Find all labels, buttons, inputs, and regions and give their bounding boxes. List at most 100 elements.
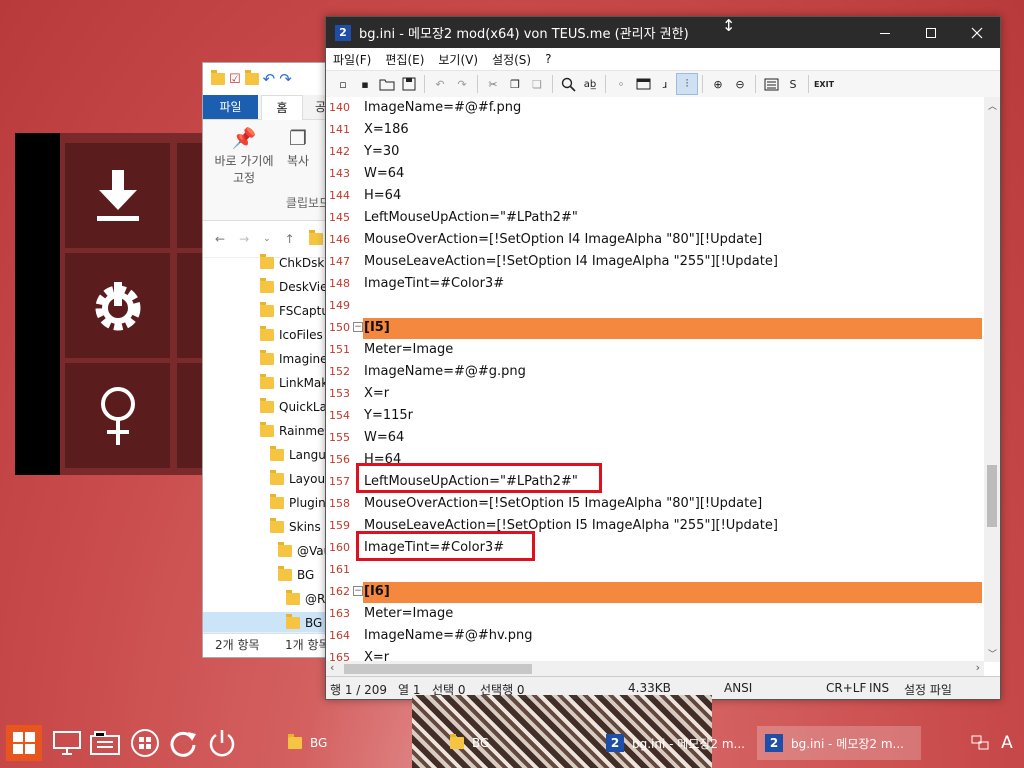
horizontal-scrollbar[interactable]: ‹ › [326, 661, 984, 677]
female-tile[interactable] [65, 363, 170, 468]
code-line[interactable]: 158 MouseOverAction=[!SetOption I5 ImageA… [326, 493, 984, 515]
code-line[interactable]: 147 MouseLeaveAction=[!SetOption I4 Image… [326, 251, 984, 273]
title-bar[interactable]: 2 bg.ini - 메모장2 mod(x64) von TEUS.me (관리… [326, 16, 1000, 48]
menu-edit[interactable]: 편집(E) [378, 51, 431, 68]
replace-icon[interactable]: ab̲ [579, 73, 601, 95]
tree-item[interactable]: Skins [270, 516, 321, 538]
code-line[interactable]: 141 X=186 [326, 119, 984, 141]
code-line[interactable]: 154 Y=115r [326, 405, 984, 427]
code-line[interactable]: 152 ImageName=#@#g.png [326, 361, 984, 383]
code-line[interactable]: 163 Meter=Image [326, 603, 984, 625]
scroll-down-icon[interactable]: ﹀ [988, 647, 997, 660]
section-header-line[interactable]: −162 [I6] [326, 581, 984, 603]
editor-area[interactable]: 140 ImageName=#@#f.png 141 X=186 142 Y=30 143 W… [326, 97, 984, 662]
save-icon[interactable] [398, 73, 420, 95]
cut-icon[interactable]: ✂ [482, 73, 504, 95]
tree-item[interactable]: Plugins [270, 492, 332, 514]
section-header-line[interactable]: −150 [I5] [326, 317, 984, 339]
scroll-right-icon[interactable]: › [976, 661, 980, 674]
forward-arrow-icon[interactable]: → [239, 232, 249, 246]
maximize-button[interactable] [908, 17, 954, 48]
power-icon[interactable] [205, 726, 239, 760]
tab-file[interactable]: 파일 [203, 95, 258, 119]
recent-dropdown-icon[interactable]: ⌄ [263, 234, 271, 244]
taskbar-item-bg-explorer-2[interactable]: BG [442, 726, 600, 760]
code-line[interactable]: 146 MouseOverAction=[!SetOption I4 ImageA… [326, 229, 984, 251]
up-arrow-icon[interactable]: ↑ [285, 232, 295, 246]
code-line[interactable]: 151 Meter=Image [326, 339, 984, 361]
code-line[interactable]: 144 H=64 [326, 185, 984, 207]
undo-icon[interactable]: ↶ [429, 73, 451, 95]
minimize-button[interactable] [862, 17, 908, 48]
taskbar-item-notepad2[interactable]: 2 bg.ini - 메모장2 m... [598, 726, 756, 760]
desktop-icon[interactable] [50, 726, 84, 760]
tree-item-selected[interactable]: BG [203, 612, 343, 634]
taskbar-item-bg-explorer[interactable]: BG [280, 726, 438, 760]
code-line[interactable]: 142 Y=30 [326, 141, 984, 163]
code-line[interactable]: 153 X=r [326, 383, 984, 405]
menu-help[interactable]: ? [538, 52, 558, 66]
file-manager-icon[interactable] [88, 726, 122, 760]
status-encoding[interactable]: ANSI [724, 681, 752, 695]
status-ins-mode[interactable]: INS [869, 681, 889, 695]
copy-icon[interactable]: ❐ [504, 73, 526, 95]
settings-icon[interactable] [760, 73, 782, 95]
tree-item[interactable]: BG [278, 564, 314, 586]
settings-tile[interactable] [65, 253, 170, 358]
redo-icon[interactable]: ↷ [451, 73, 473, 95]
word-wrap-icon[interactable]: ◦ [610, 73, 632, 95]
scheme-icon[interactable]: S [782, 73, 804, 95]
exit-icon[interactable]: EXIT [813, 73, 835, 95]
start-button[interactable] [6, 725, 42, 761]
scroll-left-icon[interactable]: ‹ [330, 661, 334, 674]
close-button[interactable] [954, 17, 1000, 48]
status-eol[interactable]: CR+LF [826, 681, 866, 695]
fold-toggle-icon[interactable]: − [353, 322, 363, 332]
new-window-icon[interactable]: ▪ [354, 73, 376, 95]
tab-home[interactable]: 홈 [261, 95, 303, 120]
new-folder-icon[interactable] [244, 70, 259, 85]
ime-indicator[interactable]: A [994, 726, 1020, 760]
code-line[interactable]: 149 [326, 295, 984, 317]
vertical-scroll-thumb[interactable] [987, 465, 997, 527]
zoom-in-icon[interactable]: ⊕ [707, 73, 729, 95]
horizontal-scroll-thumb[interactable] [344, 664, 532, 674]
menu-file[interactable]: 파일(F) [326, 51, 378, 68]
tree-item[interactable]: LinkMak [260, 372, 328, 394]
back-arrow-icon[interactable]: ← [215, 232, 225, 246]
taskbar-item-notepad2-active[interactable]: 2 bg.ini - 메모장2 m... [757, 726, 921, 760]
tree-item[interactable]: FSCaptu [260, 300, 329, 322]
tree-item[interactable]: Imagine [260, 348, 328, 370]
menu-view[interactable]: 보기(V) [431, 51, 485, 68]
code-line[interactable]: 145 LeftMouseUpAction="#LPath2#" [326, 207, 984, 229]
open-folder-icon[interactable] [376, 73, 398, 95]
find-icon[interactable] [557, 73, 579, 95]
notepad2-app-icon[interactable]: 2 [335, 24, 351, 41]
vertical-scrollbar[interactable]: ︿ ﹀ [984, 97, 1000, 662]
tree-item[interactable]: ChkDskG [260, 252, 334, 274]
scroll-up-icon[interactable]: ︿ [988, 99, 997, 112]
code-line[interactable]: 155 W=64 [326, 427, 984, 449]
tree-item[interactable]: Rainmet [260, 420, 329, 442]
code-line[interactable]: 140 ImageName=#@#f.png [326, 97, 984, 119]
selection-icon[interactable] [632, 73, 654, 95]
new-file-icon[interactable]: ▫ [332, 73, 354, 95]
pin-to-quick-access-button[interactable]: 📌 바로 가기에 고정 [209, 126, 279, 186]
status-scheme[interactable]: 설정 파일 [904, 681, 952, 698]
windows-circle-icon[interactable] [128, 726, 162, 760]
code-line[interactable]: 148 ImageTint=#Color3# [326, 273, 984, 295]
network-icon[interactable] [970, 726, 990, 760]
paste-icon[interactable]: ❏ [526, 73, 548, 95]
redo-icon[interactable]: ↷ [279, 70, 292, 88]
tree-item[interactable]: IcoFiles [260, 324, 323, 346]
download-tile[interactable] [65, 143, 170, 248]
copy-button[interactable]: ❐ 복사 [283, 126, 313, 169]
code-line[interactable]: 165 X=r [326, 647, 984, 662]
fold-toggle-icon[interactable]: − [353, 586, 363, 596]
code-line[interactable]: 161 [326, 559, 984, 581]
tree-item[interactable]: QuickLa [260, 396, 327, 418]
tree-item[interactable]: Langua [270, 444, 333, 466]
zoom-out-icon[interactable]: ⊖ [729, 73, 751, 95]
refresh-icon[interactable] [166, 726, 200, 760]
code-line[interactable]: 164 ImageName=#@#hv.png [326, 625, 984, 647]
